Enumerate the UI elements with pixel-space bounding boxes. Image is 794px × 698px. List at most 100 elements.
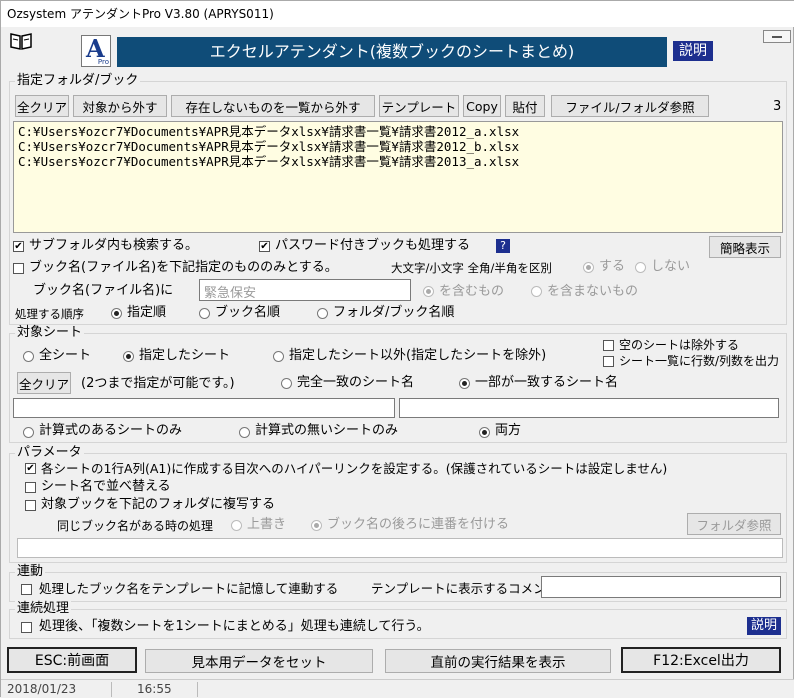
- sheet-name-input-2[interactable]: [399, 398, 779, 418]
- folder-group-label: 指定フォルダ/ブック: [15, 73, 141, 88]
- sheet-except-radio[interactable]: [273, 351, 284, 362]
- status-bar: 2018/01/23 16:55: [1, 679, 794, 698]
- remember-label: 処理したブック名をテンプレートに記憶して連動する: [39, 581, 339, 596]
- same-name-label: 同じブック名がある時の処理: [57, 519, 214, 533]
- sheet-name-input-1[interactable]: [13, 398, 395, 418]
- app-logo: A Pro: [81, 34, 111, 67]
- minimize-panel-button[interactable]: [763, 30, 791, 43]
- append-number-radio[interactable]: [311, 520, 322, 531]
- exact-match-radio[interactable]: [281, 378, 292, 389]
- skip-empty-checkbox[interactable]: [603, 340, 614, 351]
- banner-title: エクセルアテンダント(複数ブックのシートまとめ): [117, 37, 667, 67]
- app-window: Ozsystem アテンダントPro V3.80 (APRYS011) A Pr…: [0, 0, 794, 698]
- remove-missing-button[interactable]: 存在しないものを一覧から外す: [171, 95, 375, 117]
- contain-radio[interactable]: [423, 286, 434, 297]
- bookname-only-label: ブック名(ファイル名)を下記指定のもののみとする。: [29, 260, 338, 275]
- contain-label: を含むもの: [439, 284, 505, 299]
- browse-button[interactable]: ファイル/フォルダ参照: [551, 95, 709, 117]
- order-specified-label: 指定順: [127, 305, 167, 320]
- both-label: 両方: [495, 423, 522, 438]
- last-result-button[interactable]: 直前の実行結果を表示: [385, 649, 611, 673]
- case-label: 大文字/小文字 全角/半角を区別: [391, 261, 552, 275]
- link-group-label: 連動: [15, 564, 46, 579]
- esc-button[interactable]: ESC:前画面: [7, 647, 137, 673]
- remember-checkbox[interactable]: [21, 584, 32, 595]
- comment-label: テンプレートに表示するコメント: [371, 581, 559, 596]
- bookname-only-checkbox[interactable]: [13, 263, 24, 274]
- hyperlink-label: 各シートの1行A列(A1)に作成する目次へのハイパーリンクを設定する。(保護され…: [41, 461, 668, 476]
- sheet-hint: (2つまで指定が可能です。): [81, 376, 235, 391]
- bookname-input[interactable]: 緊急保安: [199, 279, 411, 301]
- chain-help-button[interactable]: 説明: [747, 617, 781, 635]
- case-no-radio[interactable]: [635, 262, 646, 273]
- case-yes-label: する: [599, 259, 626, 274]
- order-specified-radio[interactable]: [111, 308, 122, 319]
- list-item[interactable]: C:¥Users¥ozcr7¥Documents¥APR見本データxlsx¥請求…: [18, 139, 519, 154]
- sheet-all-radio[interactable]: [23, 351, 34, 362]
- order-folder-book-radio[interactable]: [317, 308, 328, 319]
- copy-folder-input[interactable]: [17, 538, 783, 558]
- append-number-label: ブック名の後ろに連番を付ける: [327, 517, 510, 532]
- partial-match-label: 一部が一致するシート名: [475, 375, 619, 390]
- copy-button[interactable]: Copy: [463, 95, 501, 117]
- no-formula-only-radio[interactable]: [239, 427, 250, 438]
- copy-books-label: 対象ブックを下記のフォルダに複写する: [41, 497, 276, 512]
- not-contain-radio[interactable]: [531, 286, 542, 297]
- paste-button[interactable]: 貼付: [505, 95, 545, 117]
- file-list[interactable]: C:¥Users¥ozcr7¥Documents¥APR見本データxlsx¥請求…: [13, 121, 783, 233]
- logo-sub: Pro: [97, 58, 109, 66]
- output-counts-label: シート一覧に行数/列数を出力: [619, 354, 780, 368]
- sheet-group-label: 対象シート: [15, 325, 85, 340]
- password-label: パスワード付きブックも処理する: [275, 238, 471, 253]
- help-button-top[interactable]: 説明: [673, 41, 713, 61]
- params-group-label: パラメータ: [15, 445, 84, 460]
- sheet-except-label: 指定したシート以外(指定したシートを除外): [289, 348, 547, 363]
- f12-excel-button[interactable]: F12:Excel出力: [621, 647, 781, 673]
- sheet-specified-radio[interactable]: [123, 351, 134, 362]
- exact-match-label: 完全一致のシート名: [297, 375, 415, 390]
- chain-checkbox[interactable]: [21, 622, 32, 633]
- template-button[interactable]: テンプレート: [379, 95, 459, 117]
- output-counts-checkbox[interactable]: [603, 356, 614, 367]
- password-checkbox[interactable]: ✔: [259, 241, 270, 252]
- sheet-clear-button[interactable]: 全クリア: [17, 372, 71, 394]
- partial-match-radio[interactable]: [459, 378, 470, 389]
- status-date: 2018/01/23: [7, 682, 77, 696]
- order-folder-book-label: フォルダ/ブック名順: [333, 305, 455, 320]
- password-help-icon[interactable]: ?: [496, 239, 510, 253]
- skip-empty-label: 空のシートは除外する: [619, 338, 740, 352]
- overwrite-label: 上書き: [247, 517, 287, 532]
- folder-browse-button[interactable]: フォルダ参照: [687, 513, 781, 535]
- sheet-all-label: 全シート: [39, 348, 92, 363]
- list-item[interactable]: C:¥Users¥ozcr7¥Documents¥APR見本データxlsx¥請求…: [18, 154, 519, 169]
- chain-group-label: 連続処理: [15, 601, 72, 616]
- formula-only-radio[interactable]: [23, 427, 34, 438]
- exclude-button[interactable]: 対象から外す: [73, 95, 167, 117]
- clear-all-button[interactable]: 全クリア: [15, 95, 69, 117]
- banner-title-text: エクセルアテンダント(複数ブックのシートまとめ): [209, 42, 575, 61]
- file-count: 3: [773, 99, 782, 114]
- formula-only-label: 計算式のあるシートのみ: [39, 423, 183, 438]
- list-item[interactable]: C:¥Users¥ozcr7¥Documents¥APR見本データxlsx¥請求…: [18, 124, 519, 139]
- both-radio[interactable]: [479, 427, 490, 438]
- status-time: 16:55: [137, 682, 172, 696]
- hyperlink-checkbox[interactable]: ✔: [25, 463, 36, 474]
- chain-label: 処理後、「複数シートを1シートにまとめる」処理も連続して行う。: [39, 619, 430, 634]
- order-label: 処理する順序: [15, 307, 84, 321]
- no-formula-only-label: 計算式の無いシートのみ: [255, 423, 399, 438]
- window-title: Ozsystem アテンダントPro V3.80 (APRYS011): [1, 1, 794, 27]
- sort-sheets-checkbox[interactable]: [25, 482, 36, 493]
- order-bookname-radio[interactable]: [199, 308, 210, 319]
- simple-view-button[interactable]: 簡略表示: [709, 236, 781, 258]
- subfolder-checkbox[interactable]: ✔: [13, 241, 24, 252]
- copy-books-checkbox[interactable]: [25, 500, 36, 511]
- bookname-input-value: 緊急保安: [204, 286, 257, 301]
- sample-data-button[interactable]: 見本用データをセット: [145, 649, 373, 673]
- sort-sheets-label: シート名で並べ替える: [41, 479, 171, 494]
- case-yes-radio[interactable]: [583, 262, 594, 273]
- overwrite-radio[interactable]: [231, 520, 242, 531]
- bookname-in-label: ブック名(ファイル名)に: [33, 283, 174, 298]
- not-contain-label: を含まないもの: [547, 284, 639, 299]
- comment-input[interactable]: [541, 576, 781, 598]
- sheet-specified-label: 指定したシート: [139, 348, 231, 363]
